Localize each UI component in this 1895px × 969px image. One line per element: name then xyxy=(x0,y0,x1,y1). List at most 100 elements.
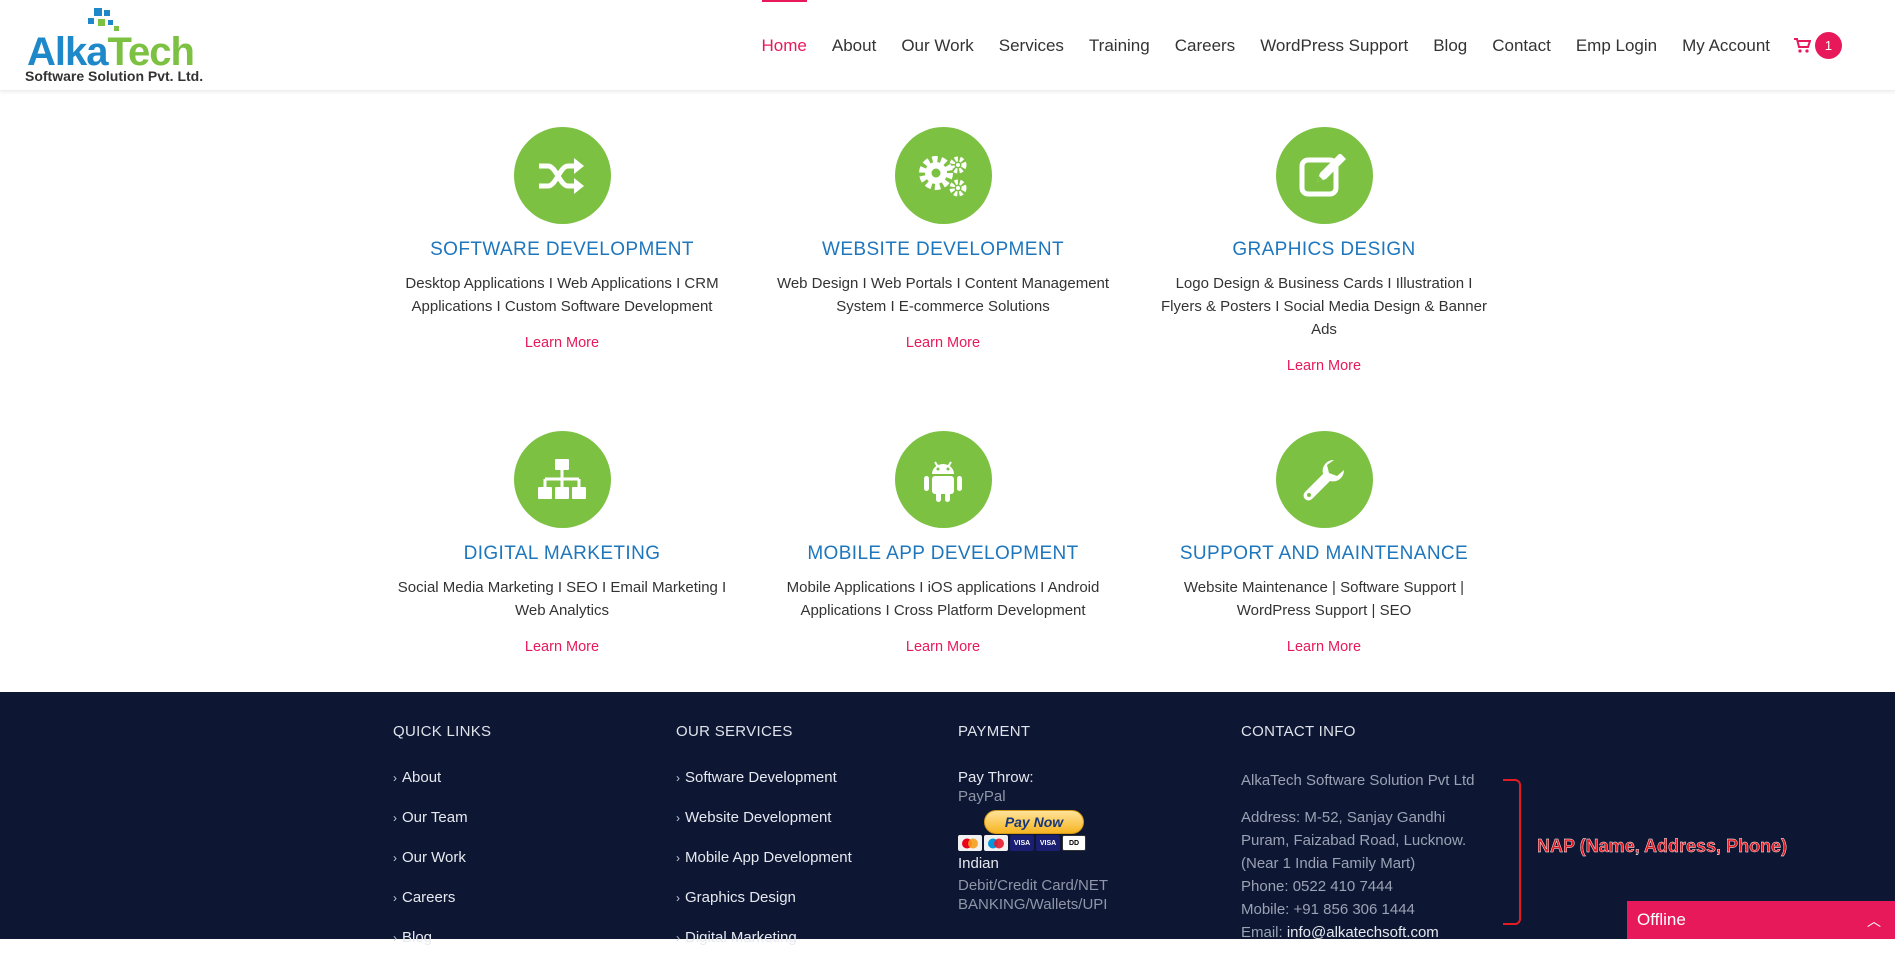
contact-company: AlkaTech Software Solution Pvt Ltd xyxy=(1241,772,1475,789)
chevron-right-icon: › xyxy=(393,811,397,825)
indian-methods-line-2: BANKING/Wallets/UPI xyxy=(958,896,1108,913)
contact-address-line-2: Puram, Faizabad Road, Lucknow. xyxy=(1241,832,1467,849)
service-description: Website Maintenance | Software Support |… xyxy=(1183,579,1465,619)
paypal-label: PayPal xyxy=(958,788,1006,805)
learn-more-link[interactable]: Learn More xyxy=(525,639,599,655)
chat-offline-widget[interactable]: Offline ︿ xyxy=(1627,901,1895,939)
service-title[interactable]: GRAPHICS DESIGN xyxy=(1151,239,1497,261)
visa-icon: VISA xyxy=(1010,835,1034,851)
chevron-right-icon: › xyxy=(676,851,680,865)
service-title[interactable]: DIGITAL MARKETING xyxy=(389,543,735,565)
service-title[interactable]: SUPPORT AND MAINTENANCE xyxy=(1151,543,1497,565)
chevron-right-icon: › xyxy=(676,811,680,825)
footer-link-label: Our Team xyxy=(402,809,468,826)
footer-link-website-development[interactable]: › Website Development xyxy=(676,809,946,849)
footer-link-careers[interactable]: › Careers xyxy=(393,889,663,929)
footer-heading: CONTACT INFO xyxy=(1241,723,1356,740)
learn-more-link[interactable]: Learn More xyxy=(525,335,599,351)
contact-mobile: Mobile: +91 856 306 1444 xyxy=(1241,901,1415,918)
footer-link-software-development[interactable]: › Software Development xyxy=(676,769,946,809)
footer-link-our-team[interactable]: › Our Team xyxy=(393,809,663,849)
footer-link-label: Software Development xyxy=(685,769,837,786)
main-nav: Home About Our Work Services Training Ca… xyxy=(737,0,1842,91)
cart-count-badge: 1 xyxy=(1815,32,1842,59)
footer-heading: QUICK LINKS xyxy=(393,723,492,740)
service-description: Web Design I Web Portals I Content Manag… xyxy=(776,275,1110,315)
site-footer: QUICK LINKS › About › Our Team › Our Work ›… xyxy=(0,692,1895,946)
nav-our-work[interactable]: Our Work xyxy=(901,0,973,91)
footer-link-label: Graphics Design xyxy=(685,889,796,906)
footer-link-mobile-app-development[interactable]: › Mobile App Development xyxy=(676,849,946,889)
footer-heading: PAYMENT xyxy=(958,723,1031,740)
nap-annotation-label: NAP (Name, Address, Phone) xyxy=(1537,836,1788,856)
service-title[interactable]: MOBILE APP DEVELOPMENT xyxy=(770,543,1116,565)
services-list: › Software Development › Website Developme… xyxy=(676,769,946,969)
chevron-right-icon: › xyxy=(676,891,680,905)
service-icon-circle xyxy=(1275,127,1373,224)
service-description: Desktop Applications I Web Applications … xyxy=(405,275,719,315)
logo-tagline: Software Solution Pvt. Ltd. xyxy=(25,68,204,84)
footer-link-about[interactable]: › About xyxy=(393,769,663,809)
learn-more-link[interactable]: Learn More xyxy=(906,335,980,351)
learn-more-link[interactable]: Learn More xyxy=(1287,639,1361,655)
edit-icon xyxy=(1299,153,1346,196)
chevron-up-icon[interactable]: ︿ xyxy=(1867,911,1881,931)
direct-debit-icon: DD xyxy=(1062,835,1086,851)
nav-careers[interactable]: Careers xyxy=(1175,0,1235,91)
footer-link-label: About xyxy=(402,769,442,786)
chat-status-label: Offline xyxy=(1637,910,1686,929)
nav-emp-login[interactable]: Emp Login xyxy=(1576,0,1657,91)
service-icon-circle xyxy=(513,127,611,224)
mastercard-icon xyxy=(958,835,982,851)
nav-services[interactable]: Services xyxy=(999,0,1064,91)
nav-training[interactable]: Training xyxy=(1089,0,1150,91)
service-digital-marketing: DIGITAL MARKETING Social Media Marketing… xyxy=(389,431,735,656)
service-graphics-design: GRAPHICS DESIGN Logo Design & Business C… xyxy=(1151,127,1497,375)
cart-button[interactable]: 1 xyxy=(1794,32,1842,59)
contact-address-line-3: (Near 1 India Family Mart) xyxy=(1241,855,1416,872)
service-description: Social Media Marketing I SEO I Email Mar… xyxy=(397,579,727,619)
footer-quick-links: QUICK LINKS › About › Our Team › Our Work ›… xyxy=(393,723,663,969)
chevron-right-icon: › xyxy=(393,891,397,905)
footer-link-label: Careers xyxy=(402,889,456,906)
learn-more-link[interactable]: Learn More xyxy=(1287,358,1361,374)
footer-link-label: Digital Marketing xyxy=(685,929,797,946)
indian-label: Indian xyxy=(958,855,999,872)
footer-link-digital-marketing[interactable]: › Digital Marketing xyxy=(676,929,946,969)
footer-link-our-work[interactable]: › Our Work xyxy=(393,849,663,889)
contact-email-label: Email: xyxy=(1241,924,1287,941)
service-title[interactable]: SOFTWARE DEVELOPMENT xyxy=(389,239,735,261)
payment-cards: VISA VISA DD xyxy=(958,835,1228,851)
service-icon-circle xyxy=(894,127,992,224)
footer-link-blog[interactable]: › Blog xyxy=(393,929,663,969)
wrench-icon xyxy=(1303,459,1345,500)
nav-wordpress-support[interactable]: WordPress Support xyxy=(1260,0,1408,91)
contact-phone: Phone: 0522 410 7444 xyxy=(1241,878,1393,895)
footer-our-services: OUR SERVICES › Software Development › Webs… xyxy=(676,723,946,969)
chevron-right-icon: › xyxy=(393,851,397,865)
site-header: AlkaTech Software Solution Pvt. Ltd. Hom… xyxy=(0,0,1895,91)
contact-email-link[interactable]: info@alkatechsoft.com xyxy=(1287,924,1439,941)
paypal-pay-now-button[interactable]: Pay Now xyxy=(984,810,1084,834)
learn-more-link[interactable]: Learn More xyxy=(906,639,980,655)
nav-about[interactable]: About xyxy=(832,0,876,91)
nav-blog[interactable]: Blog xyxy=(1433,0,1467,91)
footer-link-graphics-design[interactable]: › Graphics Design xyxy=(676,889,946,929)
service-icon-circle xyxy=(1275,431,1373,528)
nav-contact[interactable]: Contact xyxy=(1492,0,1551,91)
footer-contact-info: CONTACT INFO AlkaTech Software Solution … xyxy=(1241,723,1511,944)
nav-my-account[interactable]: My Account xyxy=(1682,0,1770,91)
chevron-right-icon: › xyxy=(393,771,397,785)
cart-icon xyxy=(1794,38,1811,53)
footer-link-label: Website Development xyxy=(685,809,832,826)
company-logo[interactable]: AlkaTech Software Solution Pvt. Ltd. xyxy=(24,8,224,86)
footer-heading: OUR SERVICES xyxy=(676,723,793,740)
chevron-right-icon: › xyxy=(393,931,397,945)
service-description: Logo Design & Business Cards I Illustrat… xyxy=(1161,275,1487,338)
sitemap-icon xyxy=(538,458,586,499)
footer-link-label: Our Work xyxy=(402,849,466,866)
contact-address-line-1: Address: M-52, Sanjay Gandhi xyxy=(1241,809,1446,826)
service-title[interactable]: WEBSITE DEVELOPMENT xyxy=(770,239,1116,261)
nav-home[interactable]: Home xyxy=(761,0,808,91)
quick-links-list: › About › Our Team › Our Work › Careers › Blo… xyxy=(393,769,663,969)
